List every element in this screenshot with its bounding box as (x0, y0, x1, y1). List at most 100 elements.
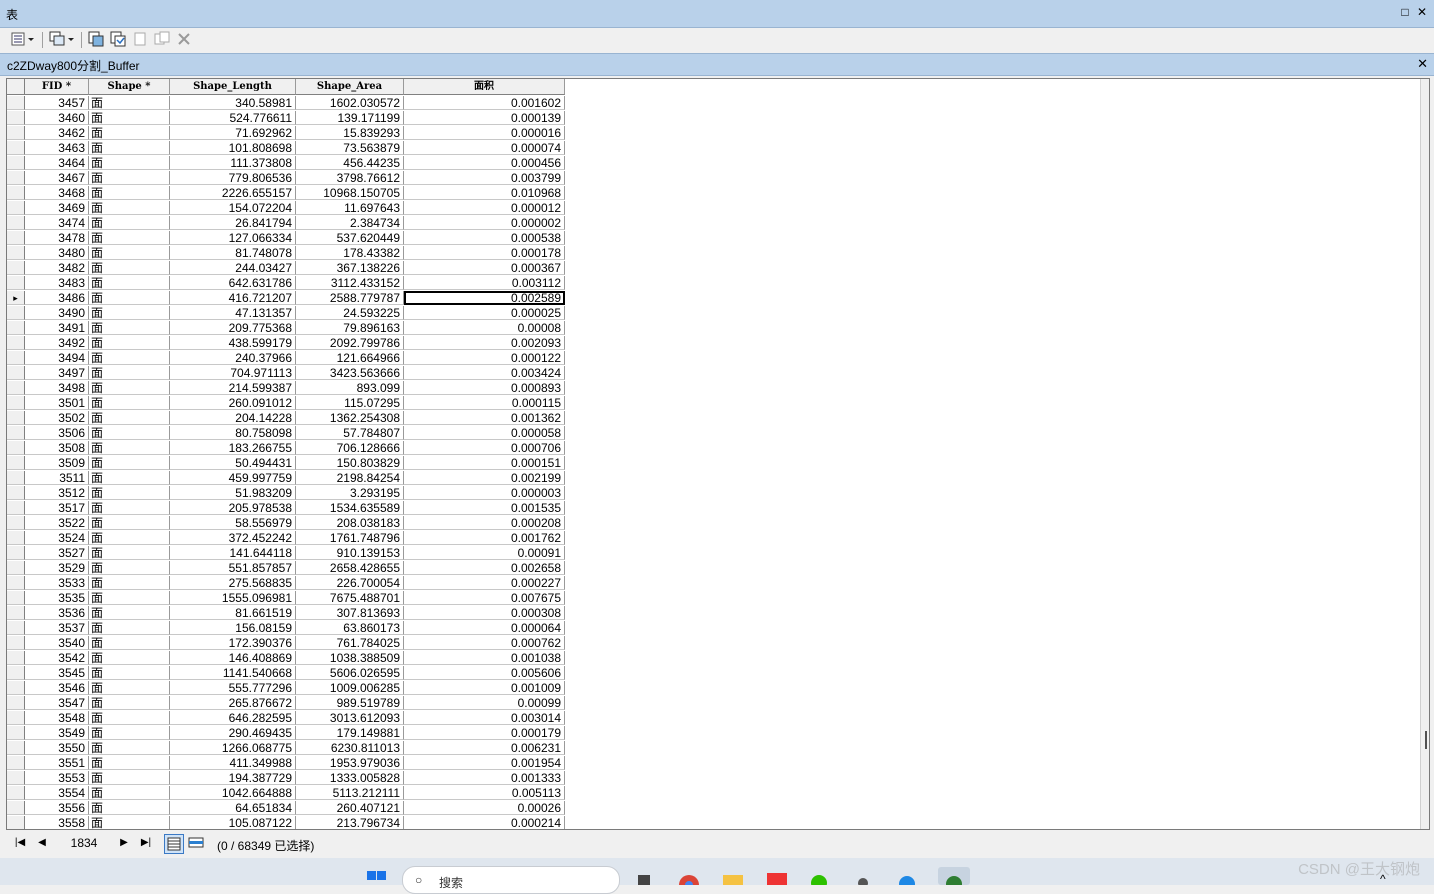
cell-shape-length[interactable]: 438.599179 (170, 336, 296, 350)
cell-shape[interactable]: 面 (89, 441, 170, 455)
cell-area[interactable]: 0.001362 (404, 411, 565, 425)
row-selector[interactable] (7, 441, 25, 455)
cell-fid[interactable]: 3494 (25, 351, 89, 365)
attribute-grid[interactable]: FID * Shape * Shape_Length Shape_Area 面积… (6, 78, 1430, 830)
cell-area[interactable]: 0.001954 (404, 756, 565, 770)
cell-area[interactable]: 0.000064 (404, 621, 565, 635)
cell-shape[interactable]: 面 (89, 456, 170, 470)
cell-fid[interactable]: 3517 (25, 501, 89, 515)
cell-shape-area[interactable]: 79.896163 (296, 321, 404, 335)
cell-shape-area[interactable]: 3423.563666 (296, 366, 404, 380)
table-row[interactable]: 3527 面 141.644118 910.139153 0.00091 (7, 546, 566, 561)
table-row[interactable]: 3469 面 154.072204 11.697643 0.000012 (7, 201, 566, 216)
table-row[interactable]: 3483 面 642.631786 3112.433152 0.003112 (7, 276, 566, 291)
header-selector-cell[interactable] (7, 79, 25, 95)
cell-fid[interactable]: 3482 (25, 261, 89, 275)
cell-shape-area[interactable]: 1953.979036 (296, 756, 404, 770)
cell-fid[interactable]: 3542 (25, 651, 89, 665)
table-row[interactable]: 3558 面 105.087122 213.796734 0.000214 (7, 816, 566, 829)
table-row[interactable]: 3545 面 1141.540668 5606.026595 0.005606 (7, 666, 566, 681)
cell-shape[interactable]: 面 (89, 396, 170, 410)
cell-shape-area[interactable]: 10968.150705 (296, 186, 404, 200)
cell-shape-area[interactable]: 63.860173 (296, 621, 404, 635)
cell-fid[interactable]: 3558 (25, 816, 89, 829)
cell-shape-length[interactable]: 154.072204 (170, 201, 296, 215)
cell-shape[interactable]: 面 (89, 621, 170, 635)
table-row[interactable]: 3464 面 111.373808 456.44235 0.000456 (7, 156, 566, 171)
table-row[interactable]: 3547 面 265.876672 989.519789 0.00099 (7, 696, 566, 711)
row-selector[interactable] (7, 771, 25, 785)
task-view-button[interactable] (634, 867, 656, 885)
cell-area[interactable]: 0.000012 (404, 201, 565, 215)
cell-shape[interactable]: 面 (89, 381, 170, 395)
cell-shape-length[interactable]: 2226.655157 (170, 186, 296, 200)
table-options-button[interactable] (8, 31, 38, 49)
cell-shape-area[interactable]: 260.407121 (296, 801, 404, 815)
row-selector[interactable] (7, 126, 25, 140)
cell-shape-length[interactable]: 704.971113 (170, 366, 296, 380)
cell-area[interactable]: 0.000179 (404, 726, 565, 740)
row-selector[interactable] (7, 261, 25, 275)
cell-shape-area[interactable]: 910.139153 (296, 546, 404, 560)
cell-shape[interactable]: 面 (89, 111, 170, 125)
cell-area[interactable]: 0.010968 (404, 186, 565, 200)
cell-shape-length[interactable]: 209.775368 (170, 321, 296, 335)
row-selector[interactable] (7, 171, 25, 185)
column-header-shape[interactable]: Shape * (89, 79, 170, 95)
cell-area[interactable]: 0.000058 (404, 426, 565, 440)
cell-fid[interactable]: 3553 (25, 771, 89, 785)
clear-selection-button[interactable] (131, 31, 149, 49)
table-row[interactable]: 3501 面 260.091012 115.07295 0.000115 (7, 396, 566, 411)
cell-shape-length[interactable]: 779.806536 (170, 171, 296, 185)
cell-area[interactable]: 0.000706 (404, 441, 565, 455)
cell-shape[interactable]: 面 (89, 786, 170, 800)
next-record-button[interactable]: ▶ (117, 836, 131, 850)
cell-shape-length[interactable]: 275.568835 (170, 576, 296, 590)
cell-shape-area[interactable]: 989.519789 (296, 696, 404, 710)
cell-shape[interactable]: 面 (89, 816, 170, 829)
cell-area[interactable]: 0.003014 (404, 711, 565, 725)
cell-shape-area[interactable]: 2.384734 (296, 216, 404, 230)
cell-shape-area[interactable]: 2588.779787 (296, 291, 404, 305)
table-row[interactable]: 3497 面 704.971113 3423.563666 0.003424 (7, 366, 566, 381)
cell-shape-length[interactable]: 80.758098 (170, 426, 296, 440)
zoom-to-selected-button[interactable] (153, 31, 171, 49)
table-row[interactable]: 3506 面 80.758098 57.784807 0.000058 (7, 426, 566, 441)
row-selector[interactable]: ▸ (7, 291, 25, 305)
cell-shape[interactable]: 面 (89, 546, 170, 560)
row-selector[interactable] (7, 561, 25, 575)
row-selector[interactable] (7, 366, 25, 380)
table-row[interactable]: 3554 面 1042.664888 5113.212111 0.005113 (7, 786, 566, 801)
select-by-attributes-button[interactable] (87, 31, 105, 49)
cell-shape[interactable]: 面 (89, 201, 170, 215)
cell-fid[interactable]: 3480 (25, 246, 89, 260)
cell-area[interactable]: 0.000122 (404, 351, 565, 365)
cell-shape[interactable]: 面 (89, 351, 170, 365)
cell-fid[interactable]: 3535 (25, 591, 89, 605)
last-record-button[interactable]: ▶| (139, 836, 153, 850)
cell-fid[interactable]: 3501 (25, 396, 89, 410)
table-tab[interactable]: c2ZDway800分割_Buffer ✕ (0, 53, 1434, 76)
row-selector[interactable] (7, 456, 25, 470)
start-button[interactable] (366, 867, 388, 885)
cell-fid[interactable]: 3537 (25, 621, 89, 635)
cell-shape-area[interactable]: 1333.005828 (296, 771, 404, 785)
table-row[interactable]: 3512 面 51.983209 3.293195 0.000003 (7, 486, 566, 501)
cell-fid[interactable]: 3483 (25, 276, 89, 290)
cell-shape-length[interactable]: 204.14228 (170, 411, 296, 425)
column-header-shape-area[interactable]: Shape_Area (296, 79, 404, 95)
cell-shape-length[interactable]: 183.266755 (170, 441, 296, 455)
cell-fid[interactable]: 3554 (25, 786, 89, 800)
cell-shape-area[interactable]: 2198.84254 (296, 471, 404, 485)
table-row[interactable]: 3463 面 101.808698 73.563879 0.000074 (7, 141, 566, 156)
cell-area[interactable]: 0.001038 (404, 651, 565, 665)
cell-shape-area[interactable]: 11.697643 (296, 201, 404, 215)
table-row[interactable]: 3537 面 156.08159 63.860173 0.000064 (7, 621, 566, 636)
row-selector[interactable] (7, 201, 25, 215)
cell-area[interactable]: 0.001535 (404, 501, 565, 515)
scrollbar-thumb[interactable] (1425, 731, 1427, 749)
table-row[interactable]: 3462 面 71.692962 15.839293 0.000016 (7, 126, 566, 141)
cell-shape-length[interactable]: 459.997759 (170, 471, 296, 485)
cell-shape-length[interactable]: 141.644118 (170, 546, 296, 560)
first-record-button[interactable]: |◀ (13, 836, 27, 850)
